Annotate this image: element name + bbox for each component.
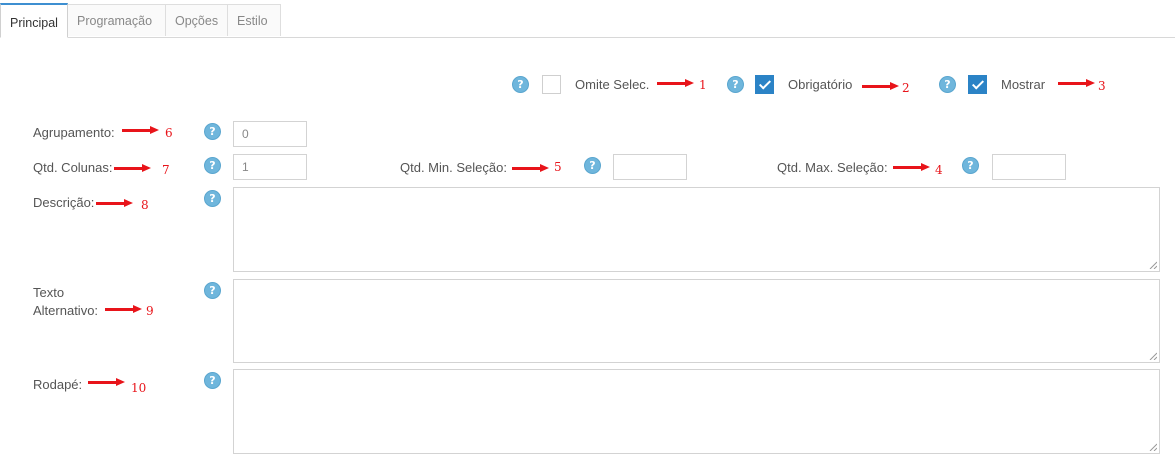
descricao-label: Descrição:: [33, 195, 95, 210]
help-icon[interactable]: ?: [204, 190, 221, 207]
texto-alternativo-label-line1: Texto: [33, 285, 65, 300]
rodape-label: Rodapé:: [33, 377, 83, 392]
qtd-colunas-input[interactable]: 1: [233, 154, 307, 180]
help-icon[interactable]: ?: [962, 157, 979, 174]
agrupamento-label: Agrupamento:: [33, 125, 115, 140]
tab-opcoes[interactable]: Opções: [165, 4, 228, 36]
help-icon[interactable]: ?: [727, 76, 744, 93]
annotation-number: 6: [165, 126, 173, 140]
tab-estilo[interactable]: Estilo: [227, 4, 281, 36]
tab-principal[interactable]: Principal: [0, 3, 68, 38]
omite-selec-checkbox[interactable]: [542, 75, 561, 94]
qtd-max-selecao-label: Qtd. Max. Seleção:: [777, 160, 888, 175]
rodape-textarea[interactable]: [233, 369, 1160, 454]
texto-alternativo-label-line2: Alternativo:: [33, 303, 99, 318]
annotation-number: 8: [141, 198, 149, 212]
annotation-arrow: [1058, 79, 1095, 88]
help-icon[interactable]: ?: [512, 76, 529, 93]
annotation-number: 7: [162, 163, 170, 177]
texto-alternativo-textarea[interactable]: [233, 279, 1160, 363]
obrigatorio-label: Obrigatório: [788, 77, 853, 92]
mostrar-label: Mostrar: [1001, 77, 1046, 92]
annotation-arrow: [862, 82, 899, 91]
annotation-arrow: [512, 164, 549, 173]
help-icon[interactable]: ?: [204, 282, 221, 299]
annotation-number: 1: [699, 78, 707, 92]
annotation-arrow: [114, 164, 151, 173]
mostrar-checkbox[interactable]: [968, 75, 987, 94]
help-icon[interactable]: ?: [204, 123, 221, 140]
qtd-min-selecao-input[interactable]: [613, 154, 687, 180]
annotation-number: 2: [902, 81, 910, 95]
annotation-number: 9: [146, 304, 154, 318]
annotation-number: 4: [935, 163, 943, 177]
resize-grip-icon[interactable]: [1149, 352, 1157, 360]
help-icon[interactable]: ?: [204, 372, 221, 389]
agrupamento-input[interactable]: 0: [233, 121, 307, 147]
resize-grip-icon[interactable]: [1149, 261, 1157, 269]
omite-selec-label: Omite Selec.: [575, 77, 650, 92]
tab-programacao[interactable]: Programação: [67, 4, 166, 36]
annotation-arrow: [893, 163, 930, 172]
help-icon[interactable]: ?: [204, 157, 221, 174]
annotation-number: 3: [1098, 79, 1106, 93]
annotation-number: 5: [554, 160, 562, 174]
annotation-arrow: [96, 199, 133, 208]
resize-grip-icon[interactable]: [1149, 443, 1157, 451]
annotation-arrow: [88, 378, 125, 387]
annotation-arrow: [657, 79, 694, 88]
annotation-number: 10: [131, 381, 147, 395]
descricao-textarea[interactable]: [233, 187, 1160, 272]
help-icon[interactable]: ?: [584, 157, 601, 174]
obrigatorio-checkbox[interactable]: [755, 75, 774, 94]
annotation-arrow: [105, 305, 142, 314]
help-icon[interactable]: ?: [939, 76, 956, 93]
annotation-arrow: [122, 126, 159, 135]
qtd-colunas-label: Qtd. Colunas:: [33, 160, 113, 175]
qtd-max-selecao-input[interactable]: [992, 154, 1066, 180]
qtd-min-selecao-label: Qtd. Min. Seleção:: [400, 160, 507, 175]
tab-bar: Principal Programação Opções Estilo: [0, 0, 1175, 38]
